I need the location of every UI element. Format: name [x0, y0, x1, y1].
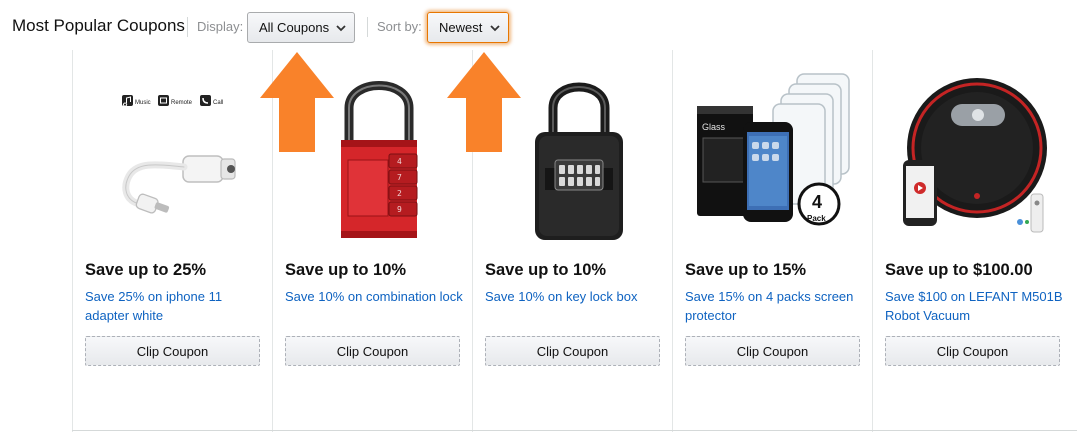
sort-label: Sort by:	[377, 19, 422, 34]
sort-dropdown[interactable]: Newest	[427, 12, 509, 43]
clip-coupon-button[interactable]: Clip Coupon	[685, 336, 860, 366]
clip-coupon-button[interactable]: Clip Coupon	[485, 336, 660, 366]
svg-text:7: 7	[397, 173, 402, 182]
phone-icon	[200, 95, 211, 106]
clip-coupon-button[interactable]: Clip Coupon	[85, 336, 260, 366]
coupon-toolbar: Most Popular Coupons Display: All Coupon…	[0, 0, 1077, 52]
sort-dropdown-value: Newest	[439, 20, 483, 35]
svg-text:4: 4	[397, 157, 402, 166]
svg-text:9: 9	[397, 205, 402, 214]
coupon-description-link[interactable]: Save 25% on iphone 11 adapter white	[85, 287, 265, 325]
product-image[interactable]: Music Remote Call	[85, 64, 261, 244]
image-label-call: Call	[213, 100, 223, 106]
remote-icon	[158, 95, 169, 106]
image-box-label: Glass	[702, 122, 726, 132]
badge-pack-word: Pack	[807, 214, 826, 223]
badge-pack-number: 4	[812, 192, 822, 212]
toolbar-divider	[367, 17, 368, 37]
coupon-description-link[interactable]: Save 15% on 4 packs screen protector	[685, 287, 865, 325]
page-title: Most Popular Coupons	[12, 16, 185, 35]
coupon-savings-title: Save up to 25%	[85, 261, 207, 279]
display-label: Display:	[197, 19, 244, 34]
product-image[interactable]	[885, 64, 1061, 244]
clip-coupon-button[interactable]: Clip Coupon	[885, 336, 1060, 366]
coupon-savings-title: Save up to $100.00	[885, 261, 1033, 279]
coupon-description-link[interactable]: Save 10% on combination lock	[285, 287, 465, 306]
image-label-music: Music	[135, 100, 151, 106]
chevron-down-icon	[490, 25, 500, 32]
product-image[interactable]: Glass 4 Pack	[685, 64, 861, 244]
coupon-card: Music Remote Call Save up to 25% Save 25…	[72, 50, 272, 432]
coupon-savings-title: Save up to 15%	[685, 261, 807, 279]
grid-row-divider	[72, 430, 1077, 431]
arrow-up-icon	[447, 52, 521, 152]
music-icon	[122, 95, 133, 107]
display-dropdown-value: All Coupons	[259, 20, 330, 35]
coupon-description-link[interactable]: Save $100 on LEFANT M501B Robot Vacuum	[885, 287, 1065, 325]
svg-text:2: 2	[397, 189, 402, 198]
coupon-savings-title: Save up to 10%	[485, 261, 607, 279]
coupon-card: Save up to $100.00 Save $100 on LEFANT M…	[872, 50, 1072, 432]
coupon-description-link[interactable]: Save 10% on key lock box	[485, 287, 665, 306]
image-label-remote: Remote	[171, 100, 193, 106]
display-dropdown[interactable]: All Coupons	[247, 12, 355, 43]
toolbar-divider	[187, 17, 188, 37]
arrow-up-icon	[260, 52, 334, 152]
coupon-grid: Music Remote Call Save up to 25% Save 25…	[72, 50, 1077, 435]
chevron-down-icon	[336, 25, 346, 32]
coupon-savings-title: Save up to 10%	[285, 261, 407, 279]
coupon-card: Glass 4 Pack Save up to 15% Save 15% on …	[672, 50, 872, 432]
clip-coupon-button[interactable]: Clip Coupon	[285, 336, 460, 366]
